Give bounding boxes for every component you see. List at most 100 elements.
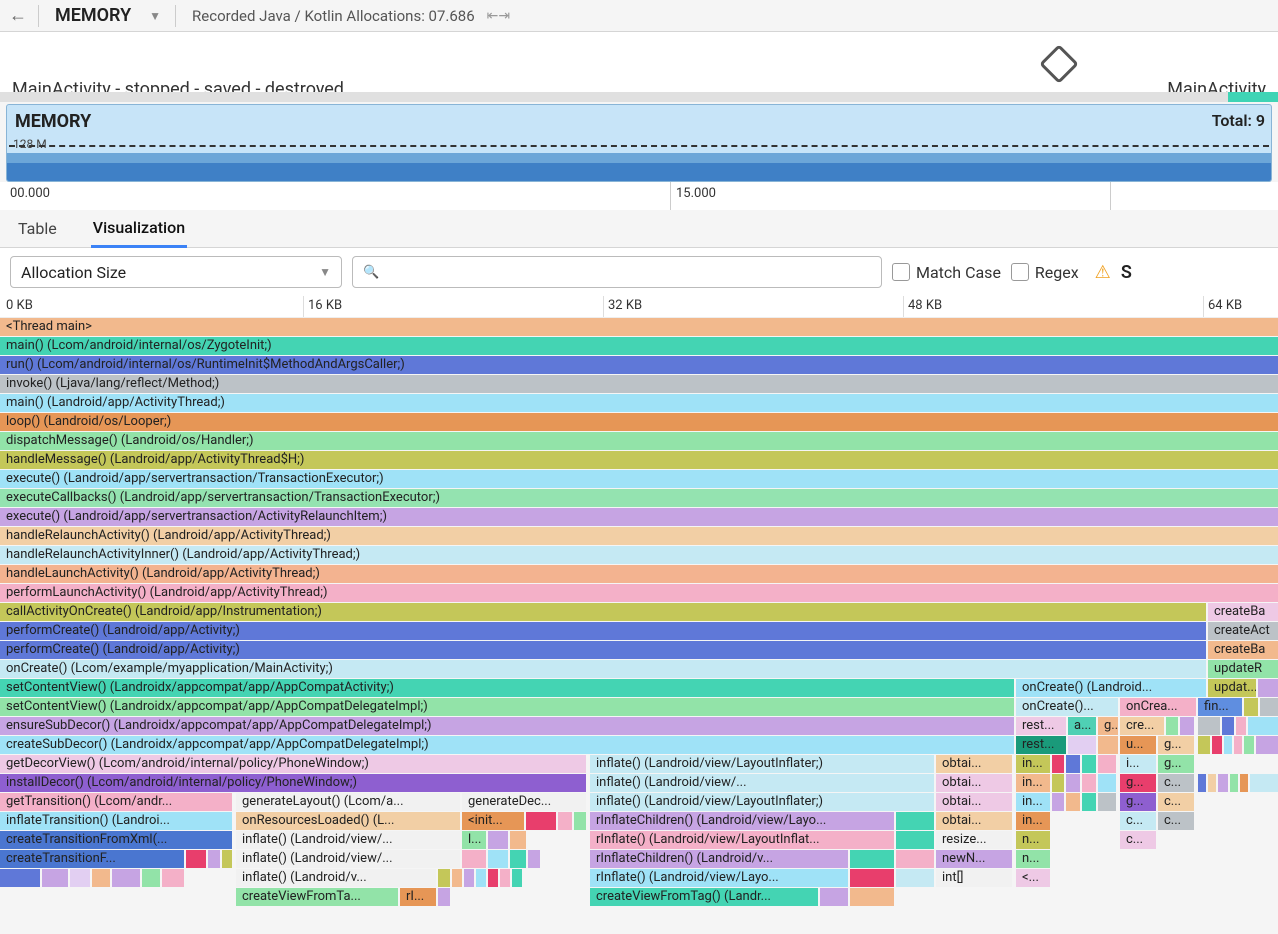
flame-bar[interactable]	[896, 850, 934, 868]
flame-bar[interactable]: onCreate()...	[1016, 698, 1118, 716]
flame-bar[interactable]: onCrea...	[1120, 698, 1196, 716]
flame-bar[interactable]: performCreate() (Landroid/app/Activity;)	[0, 622, 1206, 640]
flame-bar[interactable]: c...	[1120, 831, 1156, 849]
flame-bar[interactable]	[1222, 717, 1234, 735]
flame-bar[interactable]	[1098, 793, 1116, 811]
flame-bar[interactable]: n...	[1016, 831, 1050, 849]
flame-bar[interactable]: n...	[1016, 850, 1050, 868]
flame-bar[interactable]: c...	[1120, 812, 1156, 830]
flame-bar[interactable]: performLaunchActivity() (Landroid/app/Ac…	[0, 584, 1278, 602]
search-input[interactable]	[385, 264, 871, 280]
flame-bar[interactable]	[1066, 755, 1080, 773]
flame-bar[interactable]: newN...	[936, 850, 1012, 868]
flame-bar[interactable]: performCreate() (Landroid/app/Activity;)	[0, 641, 1206, 659]
flame-bar[interactable]: rInflate() (Landroid/view/Layo...	[590, 869, 848, 887]
flame-bar[interactable]	[1052, 755, 1064, 773]
flame-bar[interactable]	[42, 869, 68, 887]
tab-visualization[interactable]: Visualization	[91, 210, 187, 248]
flame-bar[interactable]: inflate() (Landroid/view/...	[236, 831, 460, 849]
flame-bar[interactable]: in...	[1016, 755, 1050, 773]
flame-bar[interactable]	[70, 869, 90, 887]
flame-bar[interactable]	[1198, 774, 1206, 792]
flame-bar[interactable]	[526, 812, 556, 830]
flame-bar[interactable]	[488, 850, 508, 868]
flame-bar[interactable]: installDecor() (Lcom/android/internal/po…	[0, 774, 586, 792]
timeline-axis[interactable]: 00.000 15.000	[0, 182, 1278, 210]
flame-bar[interactable]: inflate() (Landroid/view/...	[590, 774, 934, 792]
flame-bar[interactable]	[528, 850, 540, 868]
flame-bar[interactable]: rest...	[1016, 736, 1066, 754]
flame-bar[interactable]: onCreate() (Lcom/example/myapplication/M…	[0, 660, 1206, 678]
flame-bar[interactable]	[1256, 736, 1278, 754]
flame-bar[interactable]	[488, 869, 498, 887]
flame-bar[interactable]	[1068, 736, 1096, 754]
memory-chart-panel[interactable]: MEMORY 128 M Total: 9	[6, 104, 1272, 182]
flame-bar[interactable]: loop() (Landroid/os/Looper;)	[0, 413, 1278, 431]
flame-bar[interactable]	[1098, 774, 1116, 792]
flame-bar[interactable]	[1236, 717, 1246, 735]
flame-bar[interactable]: execute() (Landroid/app/servertransactio…	[0, 470, 1278, 488]
flame-bar[interactable]	[1198, 717, 1220, 735]
flame-bar[interactable]	[222, 850, 232, 868]
flame-bar[interactable]: run() (Lcom/android/internal/os/RuntimeI…	[0, 356, 1278, 374]
flame-bar[interactable]: rInflateChildren() (Landroid/view/Layo..…	[590, 812, 894, 830]
flame-bar[interactable]	[1234, 736, 1242, 754]
flame-bar[interactable]: obtai...	[936, 812, 1012, 830]
back-button[interactable]: ←	[6, 4, 30, 28]
flame-bar[interactable]: handleLaunchActivity() (Landroid/app/Act…	[0, 565, 1278, 583]
flame-bar[interactable]: rI...	[400, 888, 436, 906]
flame-bar[interactable]	[1218, 774, 1228, 792]
flame-bar[interactable]: u...	[1120, 736, 1156, 754]
flame-bar[interactable]: c...	[1158, 812, 1194, 830]
flame-bar[interactable]	[1082, 755, 1096, 773]
flame-bar[interactable]: obtai...	[936, 793, 1012, 811]
flame-bar[interactable]	[92, 869, 110, 887]
flame-bar[interactable]	[850, 850, 894, 868]
flame-bar[interactable]: getTransition() (Lcom/andr...	[0, 793, 232, 811]
flame-bar[interactable]	[558, 812, 572, 830]
flame-chart[interactable]: <Thread main>main() (Lcom/android/intern…	[0, 318, 1278, 907]
flame-bar[interactable]: handleRelaunchActivity() (Landroid/app/A…	[0, 527, 1278, 545]
flame-bar[interactable]	[462, 850, 486, 868]
flame-bar[interactable]	[1260, 698, 1278, 716]
flame-bar[interactable]: obtai...	[936, 755, 1012, 773]
flame-bar[interactable]	[464, 869, 474, 887]
flame-bar[interactable]: getDecorView() (Lcom/android/internal/po…	[0, 755, 586, 773]
flame-bar[interactable]	[1166, 717, 1178, 735]
flame-bar[interactable]	[510, 850, 526, 868]
flame-bar[interactable]	[820, 888, 848, 906]
flame-bar[interactable]: rInflate() (Landroid/view/LayoutInflat..…	[590, 831, 894, 849]
flame-bar[interactable]: main() (Lcom/android/internal/os/ZygoteI…	[0, 337, 1278, 355]
flame-bar[interactable]: createViewFromTag() (Landr...	[590, 888, 818, 906]
flame-bar[interactable]	[1250, 774, 1278, 792]
flame-bar[interactable]	[142, 869, 160, 887]
flame-bar[interactable]	[438, 888, 450, 906]
flame-bar[interactable]	[510, 831, 526, 849]
flame-bar[interactable]	[574, 812, 586, 830]
flame-bar[interactable]	[512, 869, 522, 887]
flame-bar[interactable]	[476, 869, 486, 887]
flame-bar[interactable]	[186, 850, 206, 868]
flame-bar[interactable]	[1208, 774, 1216, 792]
flame-bar[interactable]	[1240, 774, 1248, 792]
flame-bar[interactable]: rest...	[1016, 717, 1066, 735]
flame-bar[interactable]	[1244, 736, 1254, 754]
flame-bar[interactable]: createSubDecor() (Landroidx/appcompat/ap…	[0, 736, 1014, 754]
flame-bar[interactable]: c...	[1158, 774, 1194, 792]
search-box[interactable]: 🔍	[352, 256, 882, 288]
flame-bar[interactable]	[1066, 774, 1080, 792]
flame-bar[interactable]	[1066, 793, 1080, 811]
flame-bar[interactable]: fin...	[1198, 698, 1242, 716]
flame-bar[interactable]	[1258, 679, 1278, 697]
flame-bar[interactable]	[1224, 736, 1232, 754]
flame-bar[interactable]	[488, 831, 508, 849]
flame-bar[interactable]: handleRelaunchActivityInner() (Landroid/…	[0, 546, 1278, 564]
flame-bar[interactable]: createBa	[1208, 641, 1278, 659]
flame-bar[interactable]: createTransitionF...	[0, 850, 184, 868]
flame-bar[interactable]: updat...	[1208, 679, 1256, 697]
flame-bar[interactable]	[1082, 793, 1096, 811]
flame-bar[interactable]: updateR	[1208, 660, 1278, 678]
flame-bar[interactable]: in...	[1016, 774, 1050, 792]
gc-event-icon[interactable]	[1039, 44, 1079, 84]
regex-checkbox[interactable]: Regex	[1011, 263, 1079, 282]
